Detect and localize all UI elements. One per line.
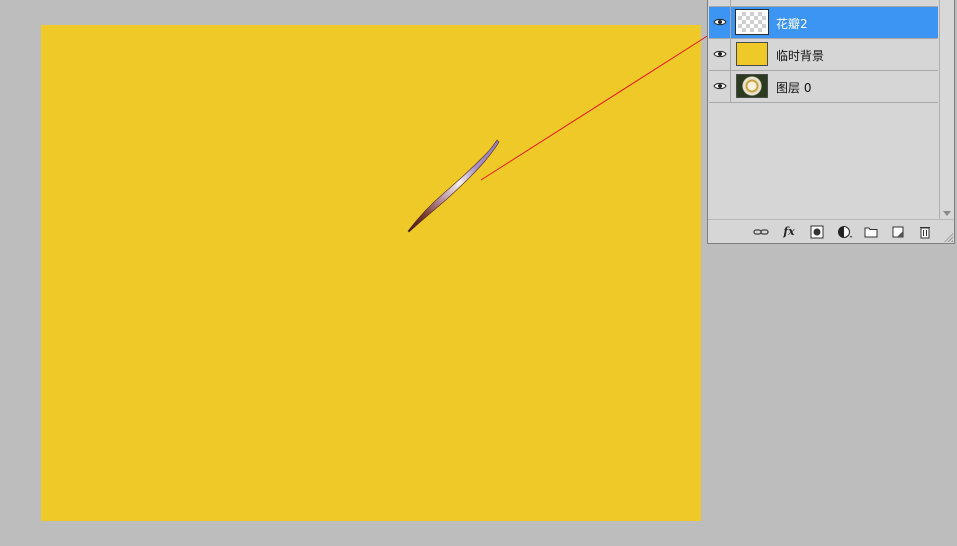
layers-panel-toolbar: fx: [708, 219, 954, 243]
document-canvas[interactable]: [41, 25, 701, 521]
visibility-toggle[interactable]: [709, 7, 731, 38]
layer-thumbnail: [736, 74, 768, 98]
new-layer-icon[interactable]: [889, 224, 907, 240]
layer-row-layer0[interactable]: 图层 0: [709, 71, 938, 103]
layer-name: 临时背景: [776, 49, 825, 63]
layer-style-fx-icon[interactable]: fx: [780, 224, 798, 240]
layer-thumbnail: [735, 9, 769, 35]
layers-panel: 花瓣2 临时背景 图层 0 fx: [707, 0, 955, 244]
scroll-down-arrow-icon[interactable]: [943, 211, 951, 216]
document-workspace: 花瓣2 临时背景 图层 0 fx: [0, 0, 957, 546]
new-group-icon[interactable]: [862, 224, 880, 240]
layer-mask-icon[interactable]: [808, 224, 826, 240]
adjustment-layer-icon[interactable]: [836, 224, 854, 240]
layer-name: 花瓣2: [776, 17, 808, 31]
layer-row-partial[interactable]: [709, 0, 938, 7]
layer-name: 图层 0: [776, 81, 812, 95]
visibility-toggle[interactable]: [709, 71, 731, 102]
layer-row-huaban2[interactable]: 花瓣2: [709, 7, 938, 39]
visibility-toggle[interactable]: [709, 0, 731, 6]
panel-resize-grip[interactable]: [943, 232, 953, 242]
link-layers-icon[interactable]: [752, 224, 770, 240]
layer-row-temp-background[interactable]: 临时背景: [709, 39, 938, 71]
eye-icon: [713, 50, 727, 58]
eye-icon: [713, 18, 727, 26]
delete-layer-icon[interactable]: [916, 224, 934, 240]
visibility-toggle[interactable]: [709, 39, 731, 70]
eye-icon: [713, 82, 727, 90]
layers-scrollbar[interactable]: [939, 0, 954, 219]
layer-thumbnail: [736, 42, 768, 66]
